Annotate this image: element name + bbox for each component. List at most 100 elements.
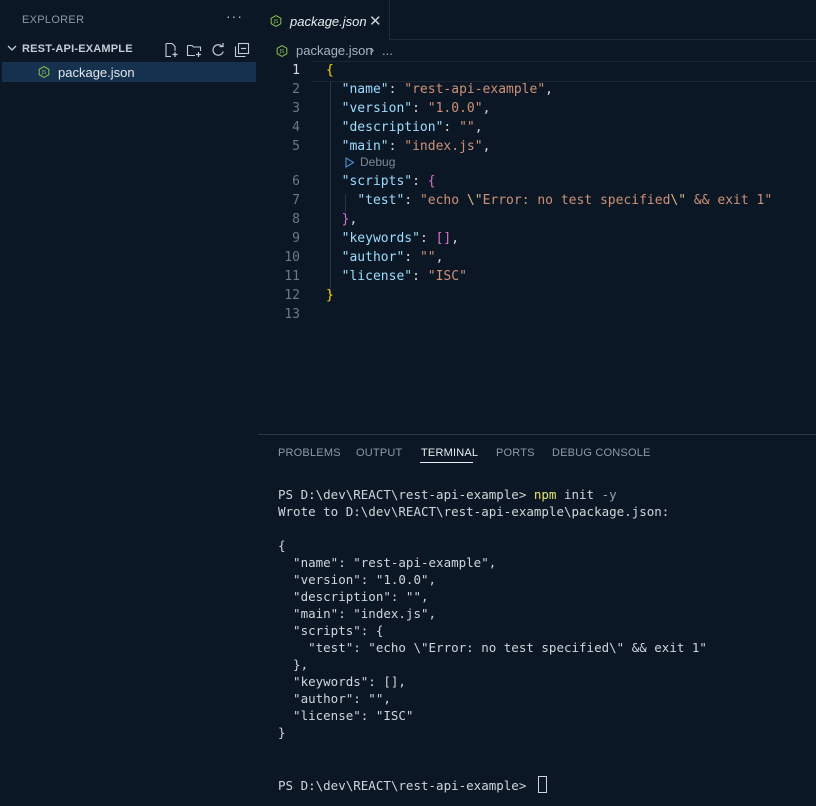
svg-text:JS: JS xyxy=(41,70,47,76)
svg-text:JS: JS xyxy=(273,19,279,25)
codelens-label: Debug xyxy=(360,155,396,169)
line-number: 6 xyxy=(292,174,300,189)
line-number: 7 xyxy=(292,193,300,208)
escape-sequence: \" xyxy=(670,193,687,208)
tab-output[interactable]: OUTPUT xyxy=(356,447,402,459)
json-value: "rest-api-example" xyxy=(404,82,546,97)
json-file-icon: JS xyxy=(276,45,288,57)
json-key: "main" xyxy=(341,139,389,154)
terminal-prompt-line: PS D:\dev\REACT\rest-api-example> xyxy=(278,776,547,793)
code-line-11[interactable]: "license": "ISC" xyxy=(326,269,467,284)
close-icon[interactable]: ✕ xyxy=(369,12,382,30)
json-file-icon: JS xyxy=(270,15,282,27)
json-file-icon: JS xyxy=(38,66,50,78)
folder-row-rest-api-example[interactable]: REST-API-EXAMPLE xyxy=(0,40,257,60)
code-line-4[interactable]: "description": "", xyxy=(326,120,483,135)
line-number: 4 xyxy=(292,120,300,135)
json-key: "scripts" xyxy=(341,174,413,189)
line-number: 1 xyxy=(292,63,300,78)
brace: } xyxy=(341,212,350,227)
json-value: "" xyxy=(459,120,475,135)
terminal-line: }, xyxy=(278,657,309,672)
brace: { xyxy=(326,63,334,78)
code-line-7[interactable]: "test": "echo \"Error: no test specified… xyxy=(326,193,772,208)
code-line-1[interactable]: { xyxy=(326,63,334,78)
code-line-9[interactable]: "keywords": [], xyxy=(326,231,459,246)
json-value: "echo xyxy=(419,193,467,208)
new-file-icon[interactable] xyxy=(163,42,179,58)
chevron-down-icon xyxy=(7,45,17,51)
breadcrumb-more[interactable]: ... xyxy=(382,43,393,58)
ellipsis-icon[interactable]: ··· xyxy=(226,8,243,24)
bottom-panel: PROBLEMS OUTPUT TERMINAL PORTS DEBUG CON… xyxy=(258,434,816,806)
svg-text:JS: JS xyxy=(279,49,285,55)
editor-area: JS package.json ✕ JS package.json › ... … xyxy=(258,0,816,434)
line-number: 13 xyxy=(284,307,300,322)
editor-tab-bar: JS package.json ✕ xyxy=(258,0,816,41)
json-key: "keywords" xyxy=(341,231,420,246)
refresh-icon[interactable] xyxy=(210,42,226,58)
escape-sequence: \" xyxy=(466,193,483,208)
play-icon xyxy=(345,157,355,168)
terminal-line: "author": "", xyxy=(278,691,391,706)
tab-label: package.json xyxy=(290,14,367,29)
json-key: "test" xyxy=(357,193,405,208)
code-line-2[interactable]: "name": "rest-api-example", xyxy=(326,82,553,97)
tab-ports[interactable]: PORTS xyxy=(496,447,535,459)
line-number: 3 xyxy=(292,101,300,116)
brace: } xyxy=(326,288,334,303)
terminal-line: "keywords": [], xyxy=(278,674,406,689)
tab-problems[interactable]: PROBLEMS xyxy=(278,447,341,459)
explorer-sidebar: EXPLORER ··· REST-API-EXAMPLE JS package… xyxy=(0,0,257,805)
line-number: 5 xyxy=(292,139,300,154)
terminal-command-line: PS D:\dev\REACT\rest-api-example> npm in… xyxy=(278,487,617,502)
json-value: "1.0.0" xyxy=(427,101,483,116)
terminal-line: "scripts": { xyxy=(278,623,384,638)
terminal-line: "description": "", xyxy=(278,589,429,604)
code-line-8[interactable]: }, xyxy=(326,212,358,227)
folder-name: REST-API-EXAMPLE xyxy=(22,43,133,55)
line-number: 8 xyxy=(292,212,300,227)
terminal-line: "license": "ISC" xyxy=(278,708,414,723)
line-number: 10 xyxy=(284,250,300,265)
tab-package-json[interactable]: JS package.json ✕ xyxy=(258,0,390,41)
terminal-line: "version": "1.0.0", xyxy=(278,572,437,587)
collapse-all-icon[interactable] xyxy=(234,42,250,58)
code-line-12[interactable]: } xyxy=(326,288,334,303)
line-number: 12 xyxy=(284,288,300,303)
json-key: "description" xyxy=(341,120,444,135)
tab-terminal[interactable]: TERMINAL xyxy=(421,447,478,459)
json-value: [] xyxy=(435,231,452,246)
explorer-file-package-json[interactable]: JS package.json xyxy=(2,62,256,82)
code-line-3[interactable]: "version": "1.0.0", xyxy=(326,101,491,116)
terminal-command-flag: -y xyxy=(601,487,617,502)
terminal-line: } xyxy=(278,725,286,740)
terminal-line: Wrote to D:\dev\REACT\rest-api-example\p… xyxy=(278,504,670,519)
terminal-line: { xyxy=(278,538,286,553)
line-number: 2 xyxy=(292,82,300,97)
breadcrumb-separator: › xyxy=(370,42,375,57)
explorer-title: EXPLORER xyxy=(22,14,85,26)
json-key: "name" xyxy=(341,82,389,97)
file-name: package.json xyxy=(58,65,135,80)
current-line-highlight xyxy=(313,61,816,82)
terminal-line: "test": "echo \"Error: no test specified… xyxy=(278,640,707,655)
code-line-10[interactable]: "author": "", xyxy=(326,250,444,265)
active-tab-indicator xyxy=(420,462,473,463)
code-line-5[interactable]: "main": "index.js", xyxy=(326,139,491,154)
tab-debug-console[interactable]: DEBUG CONSOLE xyxy=(552,447,651,459)
json-value: Error: no test specified xyxy=(482,193,671,208)
terminal-line: "main": "index.js", xyxy=(278,606,437,621)
json-key: "version" xyxy=(341,101,413,116)
code-line-6[interactable]: "scripts": { xyxy=(326,174,436,189)
breadcrumb-file[interactable]: package.json xyxy=(296,43,373,58)
json-value: && exit 1" xyxy=(686,193,773,208)
new-folder-icon[interactable] xyxy=(186,42,202,58)
line-number: 11 xyxy=(284,269,300,284)
terminal-cursor xyxy=(537,776,547,793)
line-number: 9 xyxy=(292,231,300,246)
terminal-prompt: PS D:\dev\REACT\rest-api-example> xyxy=(278,778,534,793)
json-value: "index.js" xyxy=(404,139,483,154)
json-key: "license" xyxy=(341,269,413,284)
json-value: "ISC" xyxy=(427,269,467,284)
